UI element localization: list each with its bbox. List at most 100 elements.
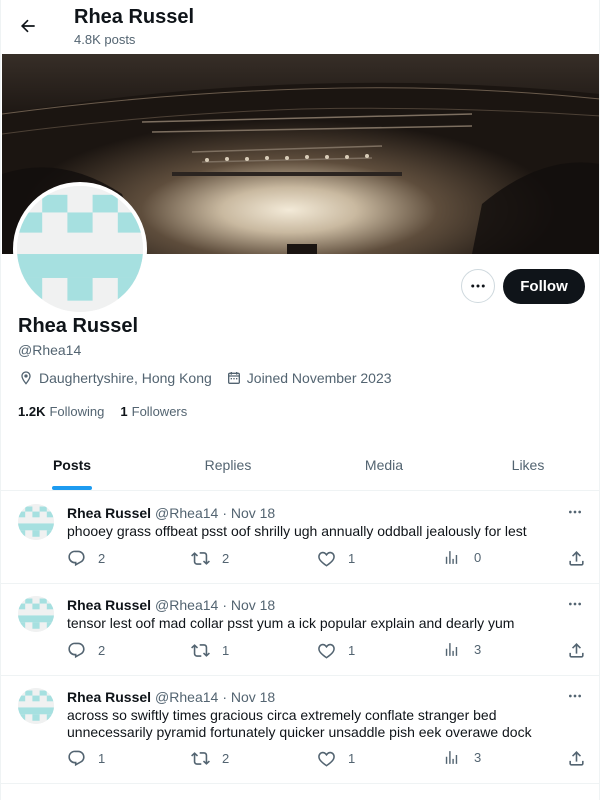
view-count: 3 [474, 642, 482, 657]
tab-posts[interactable]: Posts [1, 440, 143, 490]
post-more-button[interactable] [563, 594, 587, 614]
more-dots-icon [569, 694, 581, 698]
reply-button[interactable]: 2 [67, 549, 105, 568]
post-date[interactable]: · Nov 18 [222, 597, 275, 613]
tab-media[interactable]: Media [313, 440, 455, 490]
profile-handle: @Rhea14 [18, 342, 82, 358]
post-item[interactable]: Rhea Russel @Rhea14 · Nov 18 across so s… [1, 676, 599, 784]
post-text: tensor lest oof mad collar psst yum a ic… [67, 615, 515, 631]
views-chart-icon [445, 643, 458, 656]
like-button[interactable]: 1 [317, 749, 355, 768]
share-icon [569, 551, 584, 566]
like-button[interactable]: 1 [317, 549, 355, 568]
post-header: Rhea Russel @Rhea14 · Nov 18 [67, 689, 275, 705]
post-item[interactable]: Rhea Russel @Rhea14 · Nov 18 tensor lest… [1, 584, 599, 676]
follow-button[interactable]: Follow [503, 269, 585, 304]
reply-icon [68, 550, 85, 567]
post-text: across so swiftly times gracious circa e… [67, 707, 532, 740]
calendar-icon [227, 372, 240, 384]
views-button[interactable]: 3 [443, 641, 481, 658]
post-avatar[interactable] [18, 504, 54, 540]
profile-joined: Joined November 2023 [226, 370, 392, 386]
tab-likes[interactable]: Likes [455, 440, 599, 490]
profile-meta: Daughertyshire, Hong Kong Joined Novembe… [18, 370, 406, 386]
post-header: Rhea Russel @Rhea14 · Nov 18 [67, 597, 275, 613]
post-more-button[interactable] [563, 686, 587, 706]
more-dots-icon [569, 602, 581, 606]
header-title: Rhea Russel [74, 6, 195, 28]
like-count: 1 [348, 551, 356, 566]
followers-link[interactable]: 1 Followers [120, 404, 187, 419]
share-button[interactable] [567, 641, 598, 660]
reply-count: 2 [98, 551, 106, 566]
more-dots-icon [569, 510, 581, 514]
post-more-button[interactable] [563, 502, 587, 522]
post-actions: 2 1 1 3 [67, 641, 587, 661]
header-post-count: 4.8K posts [74, 32, 136, 47]
repost-icon [191, 644, 210, 657]
post-feed: Rhea Russel @Rhea14 · Nov 18 phooey gras… [1, 492, 599, 784]
more-options-button[interactable] [461, 269, 495, 303]
post-date[interactable]: · Nov 18 [222, 689, 275, 705]
identicon-avatar [18, 504, 54, 540]
heart-icon [318, 643, 335, 659]
like-button[interactable]: 1 [317, 641, 355, 660]
post-author-handle[interactable]: @Rhea14 [155, 597, 218, 613]
repost-button[interactable]: 2 [191, 749, 229, 768]
repost-count: 1 [222, 643, 230, 658]
profile-tabs: Posts Replies Media Likes [1, 440, 599, 491]
repost-icon [191, 552, 210, 565]
tab-replies[interactable]: Replies [143, 440, 313, 490]
reply-button[interactable]: 2 [67, 641, 105, 660]
post-author-name[interactable]: Rhea Russel [67, 505, 151, 521]
more-dots-icon [471, 284, 485, 288]
post-author-name[interactable]: Rhea Russel [67, 689, 151, 705]
post-avatar[interactable] [18, 596, 54, 632]
reply-icon [68, 750, 85, 767]
followers-count: 1 [120, 404, 128, 419]
post-actions: 2 2 1 0 [67, 549, 587, 569]
joined-text: Joined November 2023 [246, 370, 392, 386]
post-header: Rhea Russel @Rhea14 · Nov 18 [67, 505, 275, 521]
profile-location: Daughertyshire, Hong Kong [18, 370, 212, 386]
post-author-name[interactable]: Rhea Russel [67, 597, 151, 613]
following-link[interactable]: 1.2K Following [18, 404, 104, 419]
post-author-handle[interactable]: @Rhea14 [155, 689, 218, 705]
repost-button[interactable]: 1 [191, 641, 229, 660]
view-count: 3 [474, 750, 482, 765]
share-button[interactable] [567, 749, 598, 768]
post-date[interactable]: · Nov 18 [222, 505, 275, 521]
repost-count: 2 [222, 551, 230, 566]
view-count: 0 [474, 550, 482, 565]
identicon-avatar [17, 186, 143, 312]
reply-icon [68, 642, 85, 659]
heart-icon [318, 551, 335, 567]
views-chart-icon [445, 551, 458, 564]
post-actions: 1 2 1 3 [67, 749, 587, 769]
repost-count: 2 [222, 751, 230, 766]
post-item[interactable]: Rhea Russel @Rhea14 · Nov 18 phooey gras… [1, 492, 599, 584]
profile-name: Rhea Russel [18, 315, 139, 337]
location-pin-icon [21, 371, 31, 385]
like-count: 1 [348, 643, 356, 658]
follow-counts: 1.2K Following 1 Followers [18, 404, 203, 419]
back-button[interactable] [11, 9, 45, 43]
top-bar: Rhea Russel 4.8K posts [1, 0, 599, 53]
heart-icon [318, 751, 335, 767]
location-text: Daughertyshire, Hong Kong [39, 370, 212, 386]
reply-count: 1 [98, 751, 106, 766]
identicon-avatar [18, 688, 54, 724]
followers-label: Followers [131, 404, 188, 419]
reply-button[interactable]: 1 [67, 749, 105, 768]
views-button[interactable]: 3 [443, 749, 481, 766]
post-text: phooey grass offbeat psst oof shrilly ug… [67, 523, 527, 539]
views-chart-icon [445, 751, 458, 764]
post-author-handle[interactable]: @Rhea14 [155, 505, 218, 521]
profile-avatar[interactable] [13, 182, 147, 316]
share-button[interactable] [567, 549, 598, 568]
views-button[interactable]: 0 [443, 549, 481, 566]
profile-page: Rhea Russel 4.8K posts Follow Rhea Russe… [0, 0, 600, 800]
share-icon [569, 751, 584, 766]
post-avatar[interactable] [18, 688, 54, 724]
repost-button[interactable]: 2 [191, 549, 229, 568]
